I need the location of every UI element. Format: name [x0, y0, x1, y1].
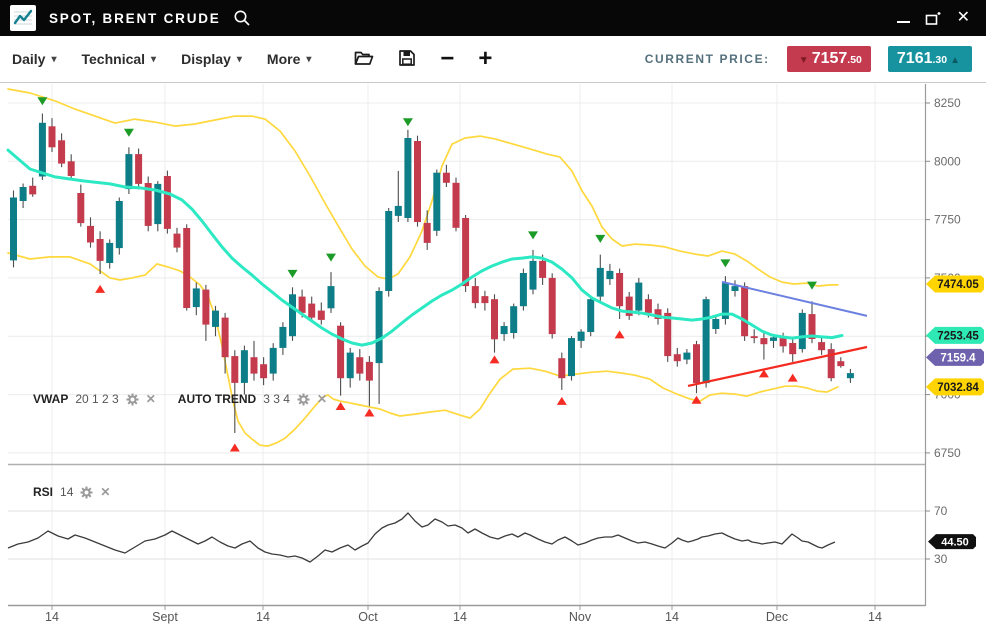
- svg-text:7253.45: 7253.45: [937, 330, 979, 342]
- svg-text:14: 14: [453, 610, 467, 624]
- popout-button[interactable]: [925, 11, 942, 26]
- svg-text:14: 14: [256, 610, 270, 624]
- svg-text:14: 14: [45, 610, 59, 624]
- rsi-settings-gear-icon[interactable]: [80, 486, 93, 499]
- candlestick-chart[interactable]: 8250800077507500725070006750703014Sept14…: [0, 83, 986, 630]
- chevron-down-icon: ▾: [237, 54, 242, 65]
- more-menu[interactable]: More ▾: [267, 51, 311, 67]
- bid-price-decimals: .50: [847, 54, 862, 66]
- app-logo-icon: [10, 5, 36, 31]
- timeframe-menu[interactable]: Daily ▾: [12, 51, 57, 67]
- save-button[interactable]: [398, 49, 416, 70]
- svg-text:30: 30: [934, 552, 948, 566]
- svg-text:7159.4: 7159.4: [940, 352, 976, 364]
- open-folder-icon: [354, 50, 374, 69]
- vwap-indicator-name: VWAP: [33, 392, 68, 406]
- zoom-in-button[interactable]: +: [478, 49, 492, 69]
- timeframe-menu-label: Daily: [12, 51, 45, 67]
- rsi-legend-row: RSI 14 ✕: [33, 485, 110, 499]
- bid-price-badge: ▼ 7157 .50: [787, 46, 871, 72]
- svg-text:Dec: Dec: [766, 610, 788, 624]
- save-floppy-icon: [398, 49, 416, 70]
- autotrend-indicator-name: AUTO TREND: [178, 392, 256, 406]
- rsi-close-icon[interactable]: ✕: [100, 485, 110, 499]
- vwap-indicator-params: 20 1 2 3: [75, 392, 118, 406]
- autotrend-settings-gear-icon[interactable]: [297, 393, 310, 406]
- svg-text:Sept: Sept: [152, 610, 178, 624]
- search-icon[interactable]: [233, 9, 251, 27]
- svg-text:14: 14: [665, 610, 679, 624]
- indicator-legend-row: VWAP 20 1 2 3 ✕ AUTO TREND 3 3 4 ✕: [33, 392, 327, 406]
- svg-text:44.50: 44.50: [941, 537, 969, 549]
- display-menu[interactable]: Display ▾: [181, 51, 242, 67]
- autotrend-close-icon[interactable]: ✕: [317, 392, 327, 406]
- svg-text:7750: 7750: [934, 213, 961, 227]
- technical-menu-label: Technical: [82, 51, 146, 67]
- display-menu-label: Display: [181, 51, 231, 67]
- technical-menu[interactable]: Technical ▾: [82, 51, 157, 67]
- chevron-down-icon: ▾: [306, 54, 311, 65]
- more-menu-label: More: [267, 51, 300, 67]
- chevron-down-icon: ▾: [51, 54, 56, 65]
- up-arrow-icon: ▲: [950, 48, 960, 74]
- svg-text:7032.84: 7032.84: [937, 382, 979, 394]
- svg-text:Oct: Oct: [358, 610, 378, 624]
- vwap-settings-gear-icon[interactable]: [126, 393, 139, 406]
- ask-price-badge: 7161 .30 ▲: [888, 46, 972, 72]
- svg-text:Nov: Nov: [569, 610, 592, 624]
- zoom-out-button[interactable]: −: [440, 49, 454, 69]
- svg-text:8250: 8250: [934, 96, 961, 110]
- chart-toolbar: Daily ▾ Technical ▾ Display ▾ More ▾ −: [0, 36, 986, 83]
- chart-area[interactable]: 8250800077507500725070006750703014Sept14…: [0, 83, 986, 630]
- rsi-indicator-name: RSI: [33, 485, 53, 499]
- svg-text:14: 14: [868, 610, 882, 624]
- open-folder-button[interactable]: [354, 50, 374, 69]
- svg-text:6750: 6750: [934, 446, 961, 460]
- title-bar: SPOT, BRENT CRUDE ✕: [0, 0, 986, 36]
- minus-icon: −: [440, 49, 454, 69]
- current-price-label: CURRENT PRICE:: [645, 52, 770, 66]
- autotrend-indicator-params: 3 3 4: [263, 392, 290, 406]
- window-controls: ✕: [897, 10, 970, 26]
- bid-price-value: 7157: [812, 46, 848, 72]
- plus-icon: +: [478, 49, 492, 69]
- ask-price-value: 7161: [897, 46, 933, 72]
- close-icon[interactable]: ✕: [957, 10, 970, 26]
- svg-text:8000: 8000: [934, 154, 961, 168]
- svg-text:7474.05: 7474.05: [937, 279, 979, 291]
- ask-price-decimals: .30: [932, 54, 947, 66]
- chevron-down-icon: ▾: [151, 54, 156, 65]
- down-arrow-icon: ▼: [799, 48, 809, 74]
- trading-app-window: SPOT, BRENT CRUDE ✕ Daily ▾ Technical ▾ …: [0, 0, 986, 629]
- vwap-close-icon[interactable]: ✕: [146, 392, 156, 406]
- minimize-button[interactable]: [897, 21, 910, 23]
- window-title: SPOT, BRENT CRUDE: [49, 11, 221, 26]
- svg-text:70: 70: [934, 504, 948, 518]
- rsi-indicator-params: 14: [60, 485, 73, 499]
